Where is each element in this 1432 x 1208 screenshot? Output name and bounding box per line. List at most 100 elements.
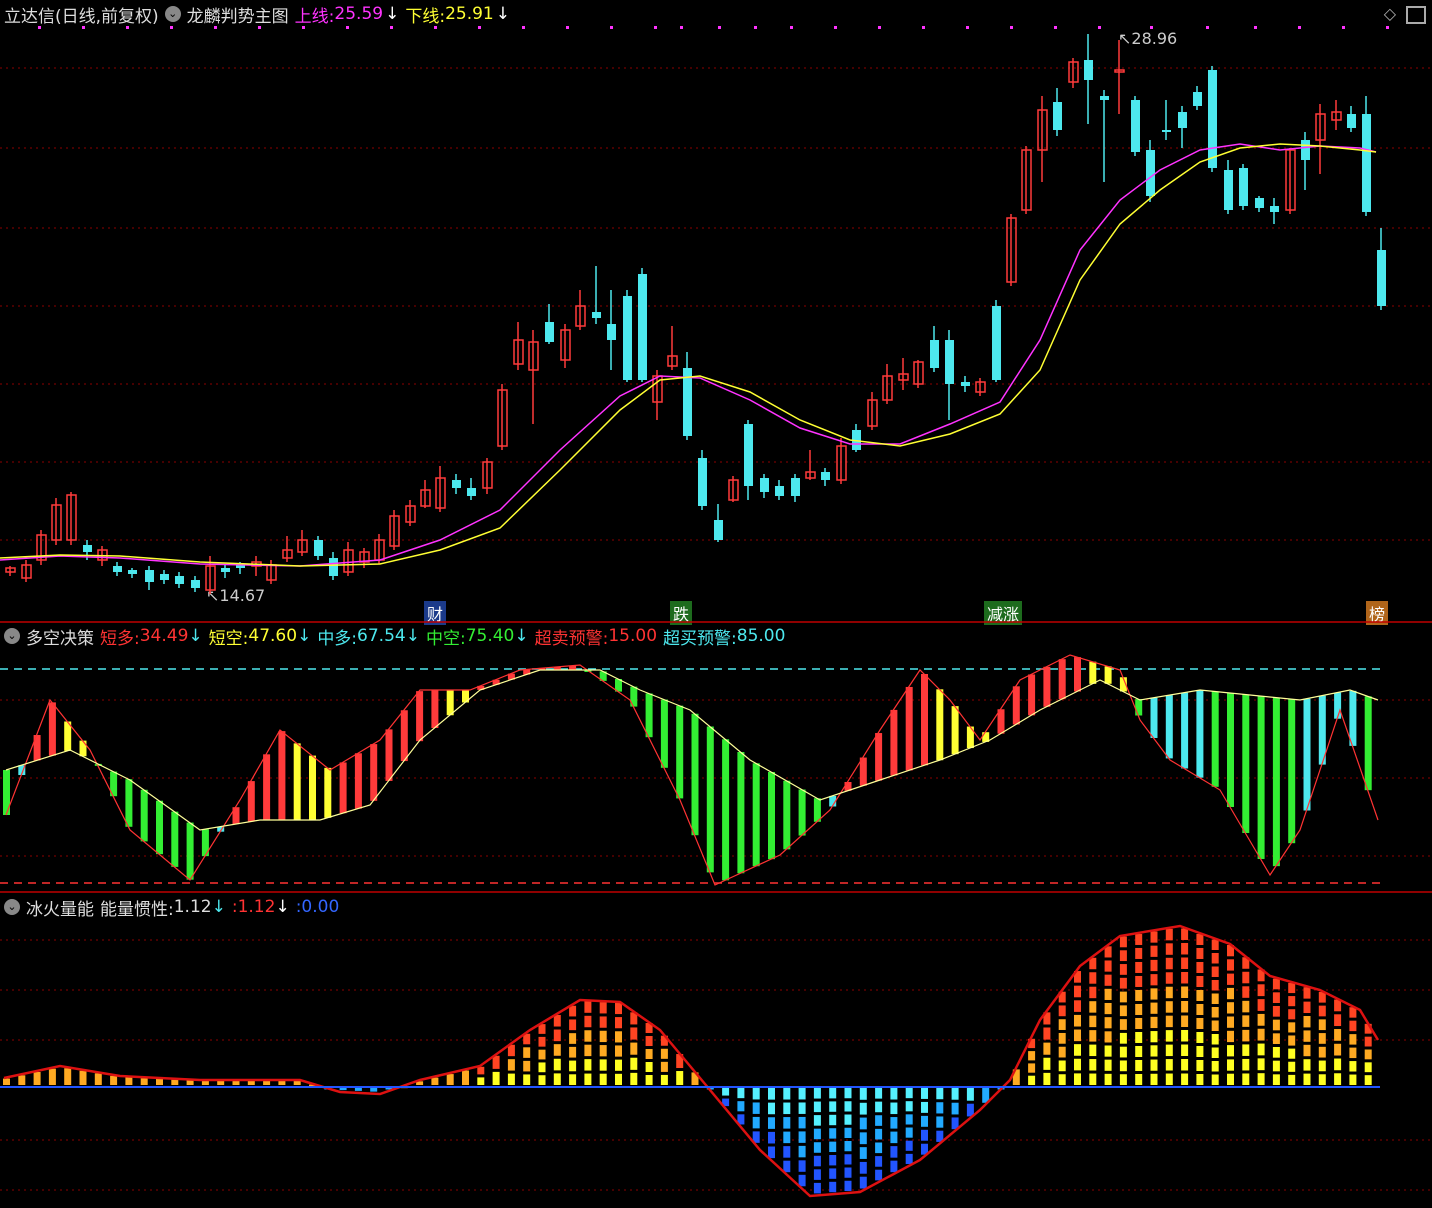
energy-bar — [1165, 1015, 1173, 1028]
signal-dot — [878, 26, 881, 29]
candle-body — [145, 570, 154, 582]
energy-bar — [569, 1046, 577, 1058]
energy-bar — [1227, 1059, 1234, 1071]
energy-bar — [1272, 992, 1280, 1003]
candle-body — [1239, 168, 1248, 206]
energy-bar — [1303, 1016, 1311, 1028]
energy-bar — [94, 1073, 102, 1085]
energy-bar — [33, 1072, 41, 1085]
energy-bar — [768, 1131, 775, 1144]
candle-body — [1100, 96, 1109, 100]
decision-bar — [691, 713, 699, 836]
energy-bar — [1303, 1059, 1311, 1071]
energy-bar — [1349, 1034, 1357, 1045]
decision-bar — [1303, 698, 1311, 811]
energy-bar — [1227, 1002, 1234, 1014]
energy-bar — [1272, 1060, 1280, 1072]
energy-bar — [1043, 1072, 1051, 1085]
energy-bar — [1150, 1073, 1158, 1085]
energy-bar — [783, 1146, 791, 1158]
energy-bar — [660, 1048, 668, 1059]
energy-bar — [1303, 1073, 1311, 1085]
energy-bar — [523, 1060, 531, 1072]
energy-bar — [615, 1073, 622, 1085]
energy-bar — [1074, 1058, 1081, 1071]
energy-bar — [1334, 1073, 1342, 1085]
energy-bar — [584, 1073, 592, 1085]
signal-dot — [1150, 26, 1153, 29]
energy-bar — [752, 1102, 760, 1114]
energy-bar — [1272, 1033, 1280, 1044]
energy-bar — [1318, 1074, 1326, 1085]
candle-body — [607, 324, 616, 340]
energy-bar — [446, 1074, 454, 1085]
decision-bar — [875, 733, 883, 781]
candle-body — [1053, 102, 1062, 130]
energy-bar — [1242, 1000, 1250, 1013]
energy-bar — [1257, 999, 1265, 1011]
energy-bar — [1196, 947, 1204, 959]
energy-bar — [1165, 1001, 1173, 1013]
energy-bar — [783, 1088, 791, 1100]
signal-dot — [478, 26, 481, 29]
energy-bar — [1104, 1017, 1112, 1029]
candle-body — [698, 458, 707, 506]
decision-bar — [1227, 693, 1234, 807]
energy-bar — [783, 1102, 791, 1115]
energy-bar — [1074, 1000, 1081, 1012]
energy-bar — [1242, 1029, 1250, 1042]
energy-bar — [538, 1049, 546, 1060]
energy-bar — [1165, 928, 1173, 941]
energy-bar — [768, 1146, 775, 1159]
energy-bar — [1288, 982, 1296, 994]
energy-bar — [1058, 1046, 1066, 1058]
energy-bar — [936, 1088, 944, 1100]
decision-bar — [1349, 690, 1357, 746]
energy-bar — [354, 1088, 362, 1091]
energy-bar — [462, 1070, 469, 1085]
energy-bar — [829, 1114, 837, 1126]
signal-dot — [834, 26, 837, 29]
energy-bar — [859, 1161, 867, 1174]
energy-bar — [1150, 931, 1158, 943]
decision-bar — [1272, 697, 1280, 867]
energy-bar — [156, 1078, 163, 1085]
candle-body — [775, 486, 784, 496]
energy-bar — [1288, 1048, 1296, 1059]
energy-bar — [630, 1072, 638, 1085]
energy-bar — [844, 1141, 852, 1152]
energy-bar — [1211, 1047, 1219, 1058]
energy-bar — [829, 1141, 837, 1153]
decision-bar — [1257, 696, 1265, 860]
decision-bar — [446, 690, 454, 716]
energy-bar — [1135, 961, 1143, 973]
energy-bar — [905, 1153, 913, 1165]
energy-bar — [1227, 959, 1234, 971]
energy-bar — [844, 1154, 852, 1165]
energy-bar — [783, 1131, 791, 1144]
candle-body — [314, 540, 323, 556]
energy-bar — [1135, 1017, 1143, 1029]
energy-bar — [1119, 1060, 1127, 1072]
decision-bar — [1043, 666, 1051, 707]
energy-bar — [1074, 1073, 1081, 1085]
energy-bar — [890, 1160, 898, 1173]
candle-body — [113, 566, 122, 572]
energy-bar — [875, 1142, 883, 1154]
energy-bar — [722, 1088, 730, 1096]
energy-bar — [829, 1181, 837, 1193]
energy-bar — [1135, 1031, 1143, 1043]
chart-canvas[interactable] — [0, 0, 1432, 1208]
energy-bar — [1242, 1073, 1250, 1085]
decision-bar — [798, 789, 806, 836]
energy-bar — [1257, 1058, 1265, 1071]
energy-bar — [1349, 1047, 1357, 1059]
candle-body — [1146, 150, 1155, 196]
signal-dot — [566, 26, 569, 29]
energy-bar — [1181, 1058, 1189, 1071]
energy-bar — [1043, 1057, 1051, 1070]
energy-bar — [1074, 1029, 1081, 1042]
decision-bar — [370, 744, 378, 801]
decision-bar — [921, 674, 928, 766]
energy-bar — [768, 1088, 775, 1100]
